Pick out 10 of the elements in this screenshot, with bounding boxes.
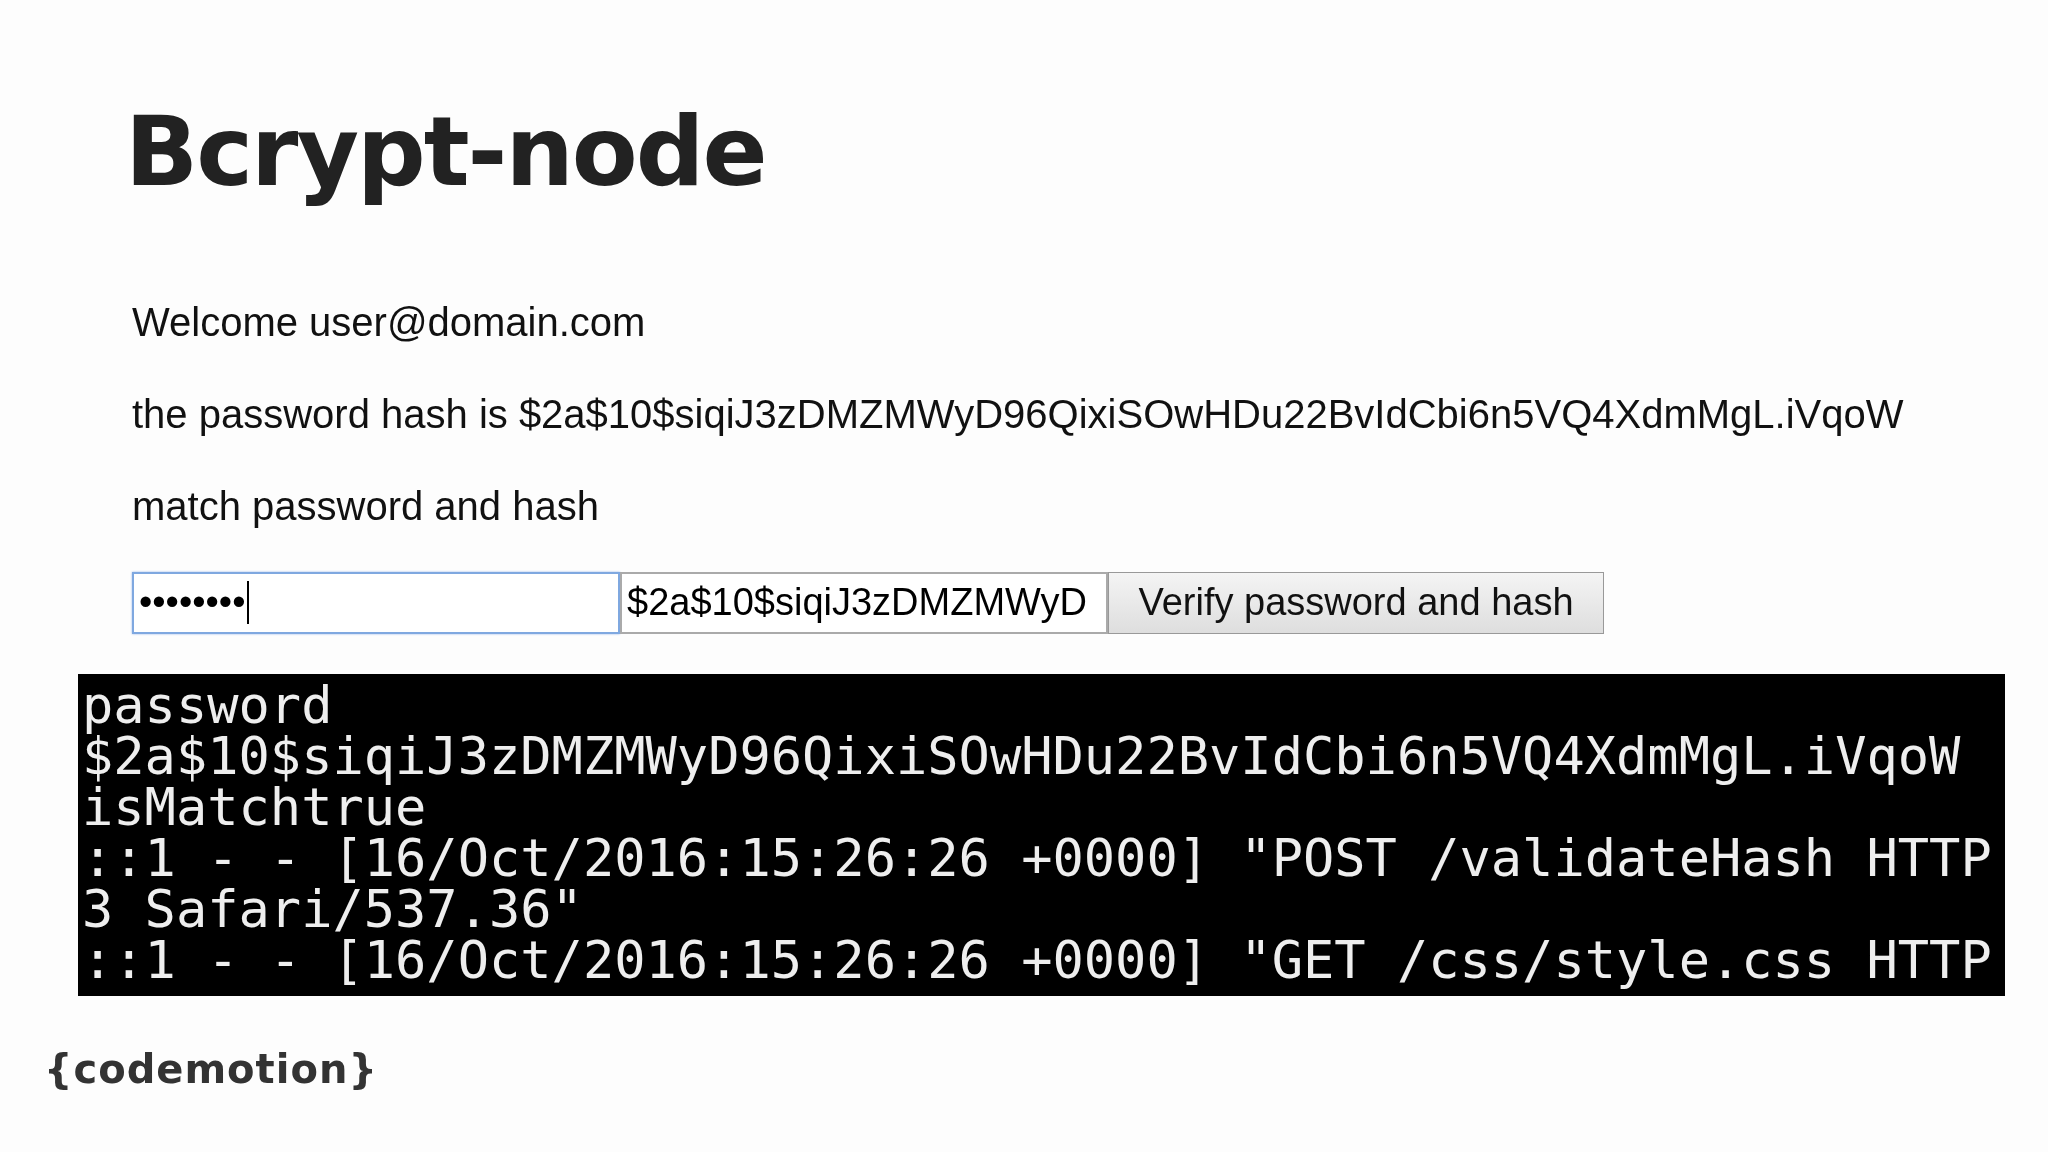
page-text: the password hash is $2a$10$siqiJ3zDMZMWyD96QixiSOwHDu22BvIdCbi6n5VQ4XdmMgL.iVqoW — [132, 393, 1905, 434]
input-field[interactable]: •••••••• — [132, 571, 620, 634]
slide-title: Bcrypt-node — [125, 100, 767, 206]
page-text: Welcome user@domain.com — [132, 301, 647, 342]
terminal-line: 3 Safari/537.36" — [81, 883, 583, 935]
page-text: match password and hash — [132, 485, 600, 526]
input-field[interactable]: $2a$10$siqiJ3zDMZMWyD — [620, 571, 1108, 634]
terminal-line: ::1 - - [16/Oct/2016:15:26:26 +0000] "POST /validateHash HTTP — [81, 832, 1992, 884]
logo: {codemotion} — [44, 1045, 378, 1092]
verify-button[interactable]: Verify password and hash — [1108, 571, 1604, 634]
